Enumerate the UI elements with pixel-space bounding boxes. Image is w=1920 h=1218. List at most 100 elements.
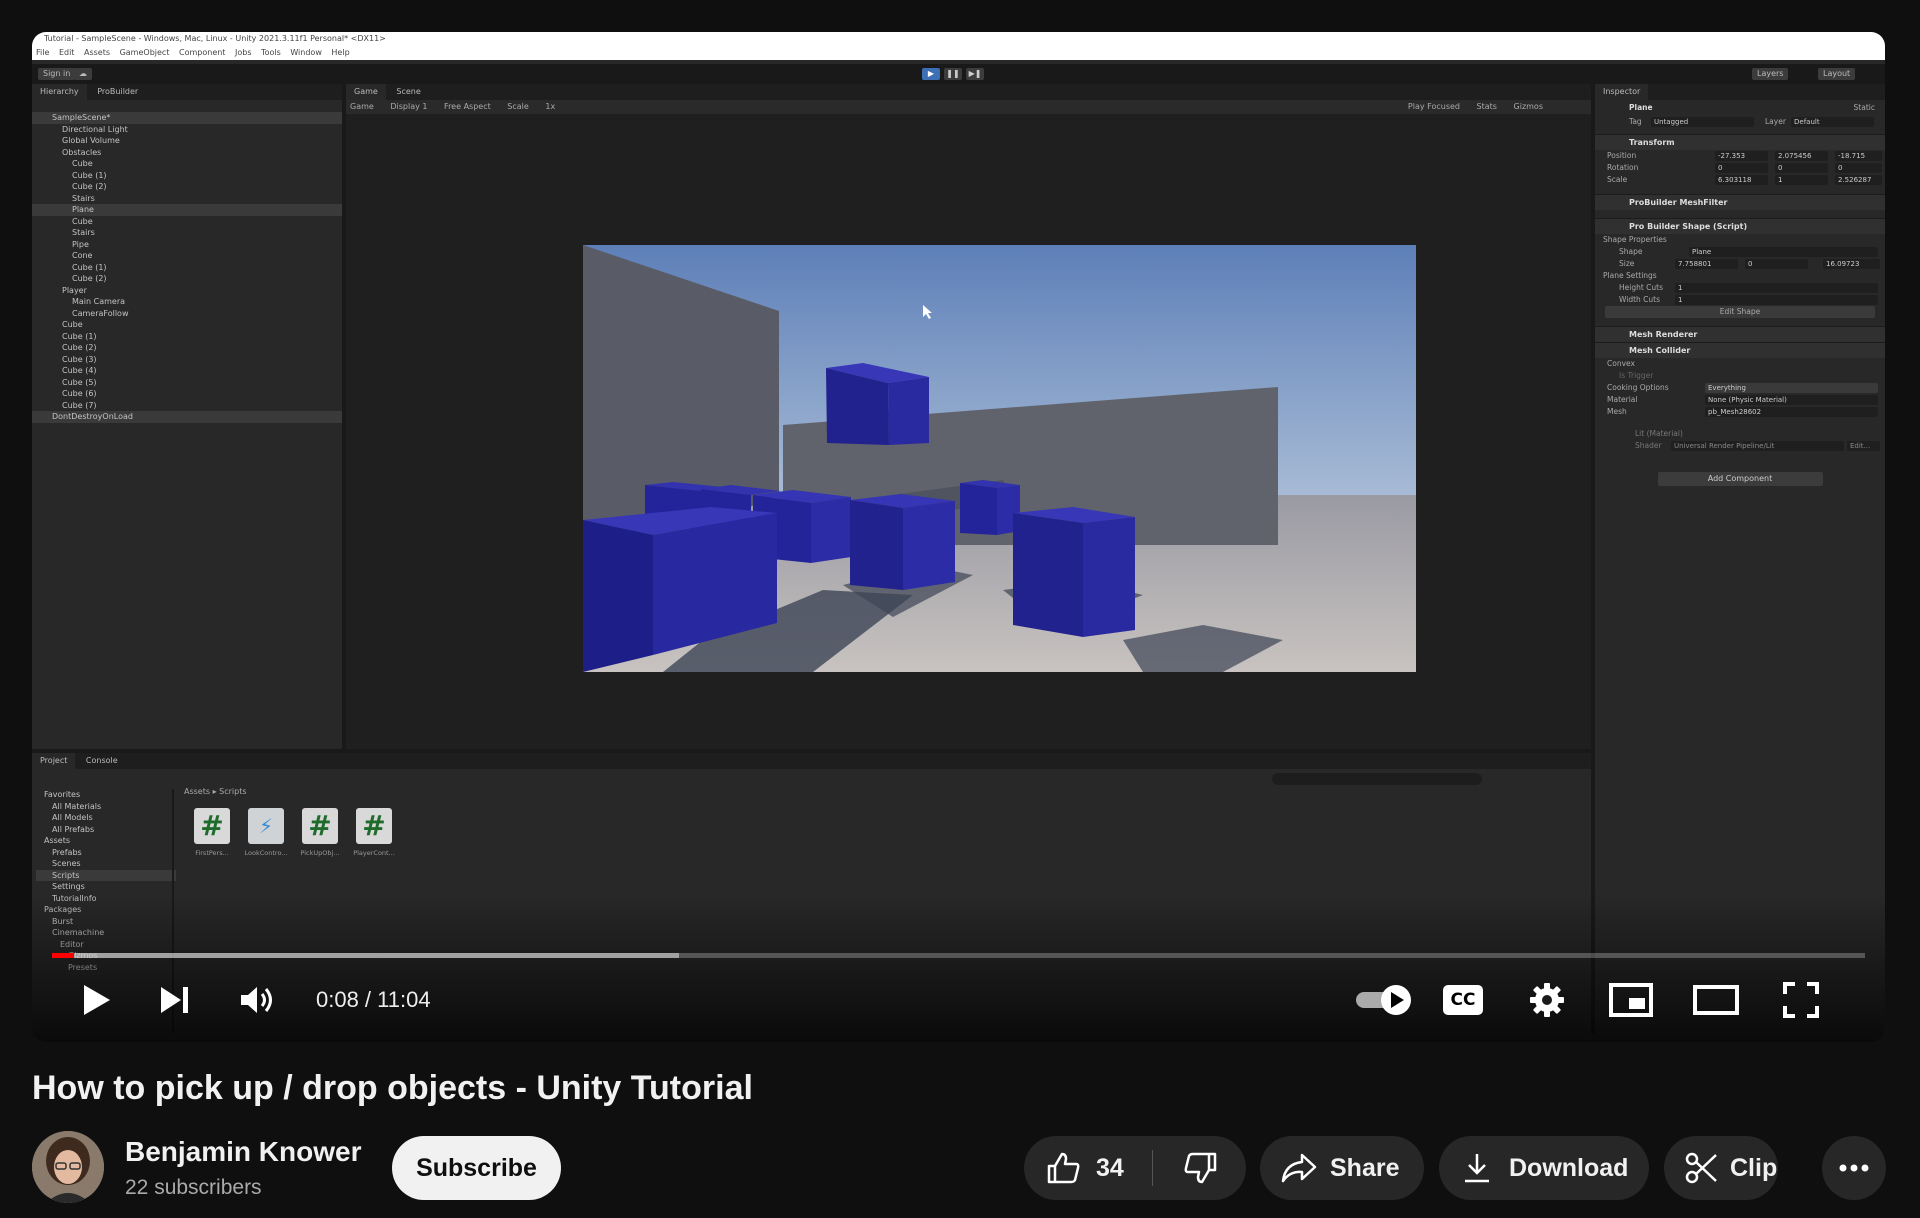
shader-value: Universal Render Pipeline/Lit xyxy=(1671,441,1844,451)
settings-button[interactable] xyxy=(1519,972,1575,1028)
time-display: 0:08 / 11:04 xyxy=(316,987,431,1012)
hierarchy-item: Cube xyxy=(72,159,93,168)
channel-avatar[interactable] xyxy=(32,1131,104,1203)
progress-bar[interactable] xyxy=(52,953,1865,958)
collider-material: None (Physic Material) xyxy=(1705,395,1878,405)
clip-button[interactable]: Clip xyxy=(1664,1136,1778,1200)
unity-display-select: Display 1 xyxy=(390,102,428,111)
hierarchy-item: Cube (2) xyxy=(72,182,107,191)
unity-tab-game: Game xyxy=(346,84,386,100)
position-x: -27.353 xyxy=(1715,151,1768,161)
unity-stats: Stats xyxy=(1476,102,1497,111)
shader-label: Shader xyxy=(1635,441,1662,450)
game-viewport-render xyxy=(583,245,1416,672)
share-button[interactable]: Share xyxy=(1260,1136,1424,1200)
size-z: 16.09723 xyxy=(1823,259,1880,269)
inspector-object-name: Plane xyxy=(1629,103,1653,112)
play-button[interactable] xyxy=(68,972,124,1028)
more-icon xyxy=(1839,1164,1869,1172)
inspector-tag: Untagged xyxy=(1651,117,1754,127)
inspector-mesh-renderer: Mesh Renderer xyxy=(1595,326,1885,342)
hierarchy-item: Player xyxy=(62,285,87,295)
project-tree-item: All Prefabs xyxy=(52,824,95,834)
hierarchy-item: Cube (2) xyxy=(72,274,107,283)
hierarchy-item: Stairs xyxy=(72,193,95,203)
inspector-mesh-collider: Mesh Collider xyxy=(1595,342,1885,358)
cc-button[interactable]: CC xyxy=(1435,972,1491,1028)
unity-tab-project: Project xyxy=(32,753,76,769)
gear-icon xyxy=(1530,983,1564,1017)
autoplay-toggle-icon xyxy=(1356,985,1411,1015)
progress-loaded xyxy=(52,953,680,958)
unity-aspect-select: Free Aspect xyxy=(444,102,491,111)
unity-menu-item: Assets xyxy=(83,48,111,57)
download-label: Download xyxy=(1509,1153,1629,1182)
autoplay-toggle[interactable] xyxy=(1352,972,1418,1028)
inspector-layer: Default xyxy=(1791,117,1874,127)
hierarchy-item: Cube (2) xyxy=(62,343,97,352)
volume-button[interactable] xyxy=(230,972,286,1028)
rotation-x: 0 xyxy=(1715,163,1768,173)
unity-play-focused: Play Focused xyxy=(1407,102,1460,111)
scale-z: 2.526287 xyxy=(1835,175,1882,185)
hierarchy-item: Obstacles xyxy=(62,147,102,157)
share-icon xyxy=(1281,1153,1317,1183)
add-component-button: Add Component xyxy=(1657,472,1823,486)
download-button[interactable]: Download xyxy=(1439,1136,1649,1200)
channel-name[interactable]: Benjamin Knower xyxy=(125,1136,361,1168)
unity-menu-item: Edit xyxy=(58,48,75,57)
subscribe-button[interactable]: Subscribe xyxy=(392,1136,561,1200)
position-z: -18.715 xyxy=(1835,151,1882,161)
shape-value: Plane xyxy=(1689,247,1878,257)
unity-menu-item: Jobs xyxy=(235,48,252,57)
more-actions-button[interactable] xyxy=(1822,1136,1886,1200)
cube-small-back-3 xyxy=(960,480,1020,535)
video-title: How to pick up / drop objects - Unity Tu… xyxy=(32,1069,753,1107)
miniplayer-button[interactable] xyxy=(1603,972,1659,1028)
rotation-y: 0 xyxy=(1775,163,1828,173)
unity-tab-console: Console xyxy=(85,756,118,765)
asset-label: PlayerCont... xyxy=(353,849,395,857)
theater-mode-button[interactable] xyxy=(1688,972,1744,1028)
breadcrumb-item: Assets xyxy=(184,787,211,796)
project-tree-item: Scripts xyxy=(36,869,176,881)
thumbs-down-icon xyxy=(1184,1152,1216,1184)
unity-layout-dropdown: Layout xyxy=(1818,68,1856,80)
unity-game-bar-right: Play Focused Stats Gizmos xyxy=(1408,100,1557,114)
hierarchy-item: Directional Light xyxy=(62,124,128,134)
shader-edit: Edit... xyxy=(1847,441,1880,451)
hierarchy-item: Pipe xyxy=(72,239,89,249)
project-tree-item: All Materials xyxy=(52,801,102,811)
unity-layers-dropdown: Layers xyxy=(1752,68,1789,80)
thumbs-up-icon xyxy=(1047,1152,1080,1184)
like-count: 34 xyxy=(1096,1153,1124,1182)
unity-sign-in: Sign in xyxy=(38,68,76,80)
hierarchy-item: DontDestroyOnLoad xyxy=(32,411,342,423)
fullscreen-icon xyxy=(1783,982,1819,1018)
unity-menu-item: Help xyxy=(331,48,350,57)
avatar-image xyxy=(32,1131,104,1203)
miniplayer-icon xyxy=(1609,983,1653,1017)
video-frame-unity-editor: Tutorial - SampleScene - Windows, Mac, L… xyxy=(32,32,1885,1042)
next-button[interactable] xyxy=(147,972,203,1028)
hierarchy-item: Cube xyxy=(72,216,93,226)
floating-cube xyxy=(826,363,929,445)
like-button[interactable]: 34 xyxy=(1024,1136,1152,1200)
breadcrumb-item: Scripts xyxy=(219,787,247,796)
share-label: Share xyxy=(1330,1153,1400,1182)
unity-pause-icon: ❚❚ xyxy=(944,68,962,80)
unity-game-label: Game xyxy=(350,102,374,111)
unity-step-icon: ▶❚ xyxy=(966,68,984,80)
unity-game-bar: Game Display 1 Free Aspect Scale 1x Play… xyxy=(346,100,1591,114)
unity-project-search xyxy=(1272,773,1482,785)
scale-x: 6.303118 xyxy=(1715,175,1768,185)
unity-scale-label: Scale xyxy=(507,102,529,111)
script-icon: # xyxy=(194,808,230,844)
project-tree-item: Scenes xyxy=(52,859,81,868)
fullscreen-button[interactable] xyxy=(1773,972,1829,1028)
asset-label: LookContro... xyxy=(244,849,288,857)
dislike-button[interactable] xyxy=(1153,1136,1246,1200)
cc-icon: CC xyxy=(1443,985,1483,1015)
video-player[interactable]: Tutorial - SampleScene - Windows, Mac, L… xyxy=(32,32,1885,1042)
cube-front-right xyxy=(1013,507,1135,637)
